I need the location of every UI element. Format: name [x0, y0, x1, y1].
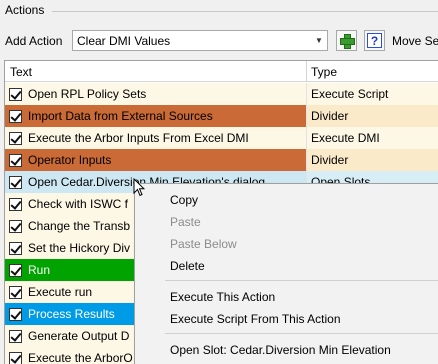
- row-enabled-checkbox[interactable]: [9, 263, 22, 277]
- row-text-cell[interactable]: Open RPL Policy Sets: [5, 83, 306, 105]
- table-row[interactable]: Execute the Arbor Inputs From Excel DMI E…: [5, 127, 438, 149]
- add-action-button[interactable]: [336, 30, 357, 51]
- row-text-label: Execute the ArborO: [28, 351, 133, 364]
- row-type-cell[interactable]: Divider: [306, 149, 438, 171]
- menu-item-execute-this-action[interactable]: Execute This Action: [170, 290, 275, 304]
- table-row[interactable]: Open RPL Policy Sets Execute Script: [5, 83, 438, 105]
- menu-item-open-slot[interactable]: Open Slot: Cedar.Diversion Min Elevation: [170, 343, 391, 357]
- add-action-selected-value: Clear DMI Values: [77, 33, 171, 48]
- menu-separator: [165, 333, 438, 334]
- row-enabled-checkbox[interactable]: [9, 175, 22, 189]
- row-enabled-checkbox[interactable]: [9, 87, 22, 101]
- move-selected-label: Move Se: [392, 34, 438, 48]
- row-text-label: Import Data from External Sources: [28, 109, 213, 123]
- row-text-label: Execute the Arbor Inputs From Excel DMI: [28, 131, 249, 145]
- row-enabled-checkbox[interactable]: [9, 109, 22, 123]
- menu-item-copy[interactable]: Copy: [170, 193, 198, 207]
- row-text-label: Open RPL Policy Sets: [28, 87, 147, 101]
- row-enabled-checkbox[interactable]: [9, 307, 22, 321]
- help-icon: ?: [367, 33, 382, 48]
- row-enabled-checkbox[interactable]: [9, 351, 22, 364]
- row-enabled-checkbox[interactable]: [9, 219, 22, 233]
- menu-item-paste[interactable]: Paste: [170, 215, 201, 229]
- mouse-cursor-icon: [133, 178, 145, 197]
- row-text-label: Change the Transb: [28, 219, 131, 233]
- row-text-label: Operator Inputs: [28, 153, 112, 167]
- row-text-label: Set the Hickory Div: [28, 241, 131, 255]
- column-divider[interactable]: [306, 61, 307, 82]
- row-enabled-checkbox[interactable]: [9, 285, 22, 299]
- table-row[interactable]: Operator Inputs Divider: [5, 149, 438, 171]
- add-action-dropdown[interactable]: Clear DMI Values ▼: [72, 30, 328, 51]
- row-text-label: Execute run: [28, 285, 93, 299]
- row-type-cell[interactable]: Execute DMI: [306, 127, 438, 149]
- context-menu: Copy Paste Paste Below Delete Execute Th…: [134, 183, 438, 364]
- row-text-cell[interactable]: Operator Inputs: [5, 149, 306, 171]
- row-enabled-checkbox[interactable]: [9, 131, 22, 145]
- row-text-cell[interactable]: Execute the Arbor Inputs From Excel DMI: [5, 127, 306, 149]
- row-type-cell[interactable]: Divider: [306, 105, 438, 127]
- row-type-cell[interactable]: Execute Script: [306, 83, 438, 105]
- table-header: Text Type: [5, 61, 438, 82]
- row-text-label: Generate Output D: [28, 329, 130, 343]
- row-text-label: Check with ISWC f: [28, 197, 129, 211]
- column-header-type[interactable]: Type: [311, 65, 337, 79]
- row-text-cell[interactable]: Import Data from External Sources: [5, 105, 306, 127]
- actions-group-title: Actions: [5, 3, 45, 17]
- chevron-down-icon: ▼: [315, 36, 323, 45]
- row-enabled-checkbox[interactable]: [9, 197, 22, 211]
- menu-item-delete[interactable]: Delete: [170, 259, 205, 273]
- group-divider: [52, 11, 438, 12]
- plus-icon: [340, 34, 355, 49]
- help-button[interactable]: ?: [364, 30, 385, 51]
- table-row[interactable]: Import Data from External Sources Divider: [5, 105, 438, 127]
- row-text-label: Run: [28, 263, 51, 277]
- add-action-label: Add Action: [5, 34, 63, 48]
- menu-item-execute-script-from-this-action[interactable]: Execute Script From This Action: [170, 312, 341, 326]
- menu-separator: [165, 280, 438, 281]
- row-text-label: Process Results: [28, 307, 115, 321]
- column-header-text[interactable]: Text: [10, 65, 32, 79]
- actions-panel: Actions Add Action Clear DMI Values ▼ ? …: [0, 0, 438, 364]
- row-enabled-checkbox[interactable]: [9, 329, 22, 343]
- row-enabled-checkbox[interactable]: [9, 241, 22, 255]
- row-enabled-checkbox[interactable]: [9, 153, 22, 167]
- menu-item-paste-below[interactable]: Paste Below: [170, 237, 237, 251]
